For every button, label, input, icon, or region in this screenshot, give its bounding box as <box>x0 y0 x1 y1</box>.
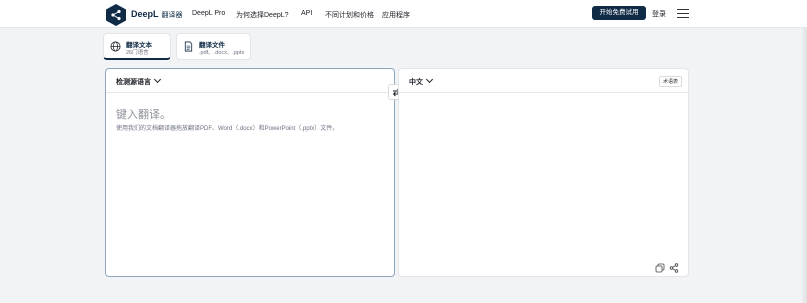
source-language-label: 检测源语言 <box>116 79 151 86</box>
brand-sub: 翻译器 <box>161 12 183 19</box>
target-language-label: 中文 <box>409 79 423 86</box>
source-text-panel[interactable]: 检测源语言 键入翻译。 使用我们的文档翻译器拖放翻译PDF、Word（.docx… <box>105 68 395 277</box>
chevron-down-icon <box>425 75 434 84</box>
nav-pricing[interactable]: 不同计划和价格 <box>325 10 374 20</box>
page-edge-shadow <box>801 28 807 303</box>
brand-wordmark[interactable]: DeepL 翻译器 <box>131 9 183 20</box>
globe-icon <box>110 41 121 52</box>
deepl-logo-icon[interactable] <box>104 3 128 27</box>
nav-deepl-pro[interactable]: DeepL Pro <box>192 10 225 17</box>
share-icon[interactable] <box>669 263 679 273</box>
top-navigation-bar: DeepL 翻译器 DeepL Pro 为何选择DeepL? API 不同计划和价… <box>0 0 807 28</box>
source-text-input[interactable]: 键入翻译。 <box>116 106 171 122</box>
start-free-trial-button[interactable]: 开始免费试用 <box>592 6 646 20</box>
source-panel-header: 检测源语言 <box>106 69 394 93</box>
copy-icon[interactable] <box>655 263 665 273</box>
nav-why-deepl[interactable]: 为何选择DeepL? <box>236 10 289 20</box>
document-icon <box>184 41 193 52</box>
tab-subtitle: .pdf、.docx、.pptx <box>199 50 245 56</box>
tab-translate-text[interactable]: 翻译文本 26门语言 <box>103 33 171 60</box>
tab-translate-files[interactable]: 翻译文件 .pdf、.docx、.pptx <box>176 33 251 60</box>
source-language-selector[interactable]: 检测源语言 <box>116 75 162 87</box>
nav-api[interactable]: API <box>301 10 312 17</box>
glossary-button[interactable]: 术语表 <box>658 76 682 87</box>
nav-apps[interactable]: 应用程序 <box>382 10 410 20</box>
target-panel-header: 中文 术语表 <box>399 69 688 93</box>
brand-name: DeepL <box>131 9 159 19</box>
target-text-panel: 中文 术语表 <box>398 68 689 277</box>
hamburger-menu-icon[interactable] <box>677 9 689 18</box>
target-language-selector[interactable]: 中文 <box>409 75 434 87</box>
chevron-down-icon <box>153 75 162 84</box>
tab-subtitle: 26门语言 <box>126 50 149 56</box>
document-upload-hint: 使用我们的文档翻译器拖放翻译PDF、Word（.docx）和PowerPoint… <box>116 126 339 132</box>
login-link[interactable]: 登录 <box>652 9 666 19</box>
